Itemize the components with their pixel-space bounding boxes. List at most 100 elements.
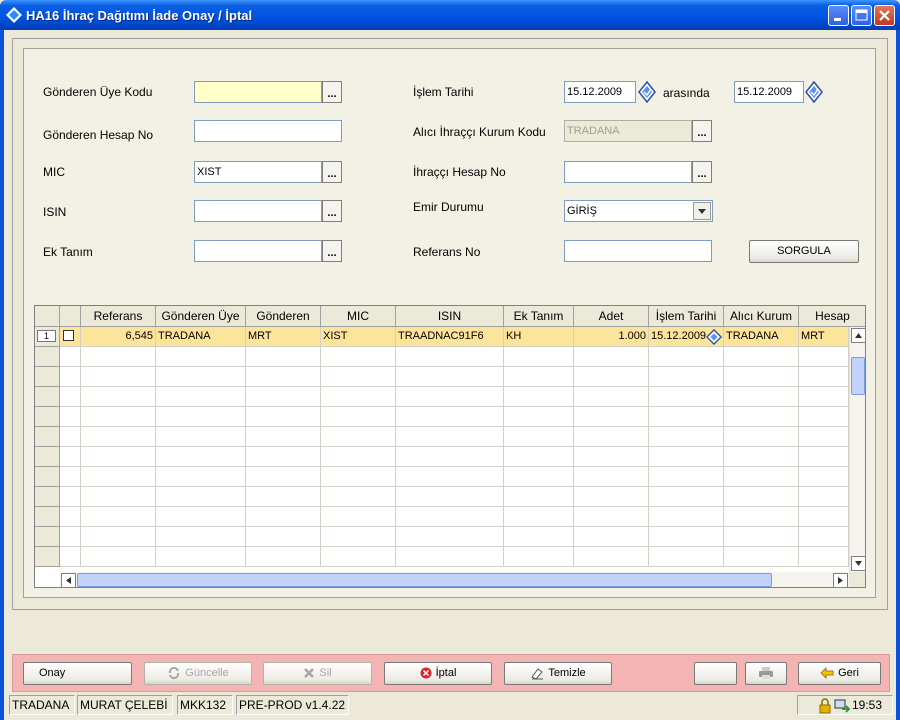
grid-cell[interactable] [81,427,156,447]
grid-cell[interactable] [649,547,724,567]
grid-cell[interactable] [574,487,649,507]
ek-tanim-input[interactable] [194,240,322,262]
cell-adet[interactable]: 1.000 [574,327,649,347]
vertical-scrollbar[interactable] [849,327,865,572]
grid-cell[interactable] [156,447,246,467]
grid-cell[interactable] [799,507,849,527]
grid-cell[interactable] [396,467,504,487]
grid-cell[interactable] [246,387,321,407]
grid-cell[interactable] [246,487,321,507]
grid-cell[interactable] [321,467,396,487]
ihracci-hesap-no-input[interactable] [564,161,692,183]
grid-cell[interactable] [396,487,504,507]
temizle-button[interactable]: Temizle [504,662,612,685]
grid-cell[interactable] [246,527,321,547]
grid-cell[interactable] [81,547,156,567]
grid-cell[interactable] [724,547,799,567]
calendar-icon[interactable] [638,81,656,103]
grid-cell[interactable] [504,527,574,547]
grid-cell[interactable] [574,507,649,527]
grid-cell[interactable] [799,367,849,387]
grid-cell[interactable] [156,407,246,427]
grid-cell[interactable] [81,407,156,427]
horizontal-scroll-thumb[interactable] [77,573,772,587]
grid-cell[interactable] [81,487,156,507]
grid-cell[interactable] [649,347,724,367]
scroll-left-button[interactable] [61,573,76,587]
column-header[interactable]: MIC [321,306,396,327]
grid-cell[interactable] [504,387,574,407]
grid-cell[interactable] [799,407,849,427]
grid-cell[interactable] [321,387,396,407]
gonderen-hesap-no-input[interactable] [194,120,342,142]
grid-cell[interactable] [574,347,649,367]
grid-cell[interactable] [60,347,81,367]
grid-cell[interactable] [246,427,321,447]
islem-tarihi-to-input[interactable]: 15.12.2009 [734,81,804,103]
row-header[interactable]: 1 [35,327,60,347]
grid-cell[interactable] [321,527,396,547]
column-header[interactable]: İşlem Tarihi [649,306,724,327]
grid-cell[interactable] [649,427,724,447]
cell-gonderen[interactable]: MRT [246,327,321,347]
column-header[interactable]: ISIN [396,306,504,327]
grid-cell[interactable] [799,527,849,547]
grid-cell[interactable] [396,507,504,527]
geri-button[interactable]: Geri [798,662,881,685]
grid-cell[interactable] [60,527,81,547]
row-select-cell[interactable] [60,327,81,347]
grid-cell[interactable] [504,447,574,467]
grid-cell[interactable] [396,347,504,367]
grid-cell[interactable] [799,347,849,367]
row-header[interactable] [35,547,60,567]
grid-cell[interactable] [321,347,396,367]
grid-cell[interactable] [60,447,81,467]
grid-cell[interactable] [799,447,849,467]
row-header[interactable] [35,387,60,407]
scroll-up-button[interactable] [851,328,865,343]
grid-cell[interactable] [156,387,246,407]
cell-mic[interactable]: XIST [321,327,396,347]
column-header[interactable]: Hesap [799,306,865,327]
row-header[interactable] [35,527,60,547]
grid-cell[interactable] [321,487,396,507]
grid-cell[interactable] [81,507,156,527]
grid-cell[interactable] [504,367,574,387]
calendar-icon[interactable] [805,81,823,103]
scroll-down-button[interactable] [851,556,865,571]
grid-cell[interactable] [156,467,246,487]
grid-cell[interactable] [246,467,321,487]
grid-cell[interactable] [649,467,724,487]
grid-cell[interactable] [60,367,81,387]
grid-cell[interactable] [156,347,246,367]
grid-cell[interactable] [396,427,504,447]
cell-referans[interactable]: 6,545 [81,327,156,347]
grid-cell[interactable] [724,487,799,507]
grid-cell[interactable] [724,367,799,387]
grid-cell[interactable] [60,427,81,447]
grid-cell[interactable] [321,547,396,567]
grid-cell[interactable] [396,387,504,407]
emir-durumu-select[interactable]: GİRİŞ [564,200,713,222]
grid-cell[interactable] [649,507,724,527]
grid-cell[interactable] [396,407,504,427]
grid-cell[interactable] [60,547,81,567]
column-header[interactable]: Alıcı Kurum [724,306,799,327]
grid-cell[interactable] [504,547,574,567]
grid-cell[interactable] [799,547,849,567]
grid-cell[interactable] [81,387,156,407]
iptal-button[interactable]: İptal [384,662,492,685]
grid-cell[interactable] [246,347,321,367]
grid-cell[interactable] [799,467,849,487]
row-header[interactable] [35,467,60,487]
grid-cell[interactable] [60,467,81,487]
column-header[interactable]: Referans [81,306,156,327]
grid-cell[interactable] [724,347,799,367]
grid-cell[interactable] [321,427,396,447]
calendar-icon[interactable] [706,329,722,345]
grid-cell[interactable] [396,447,504,467]
grid-cell[interactable] [321,407,396,427]
grid-cell[interactable] [574,527,649,547]
ihracci-hesap-no-lookup-button[interactable]: ... [692,161,712,183]
column-header[interactable]: Adet [574,306,649,327]
